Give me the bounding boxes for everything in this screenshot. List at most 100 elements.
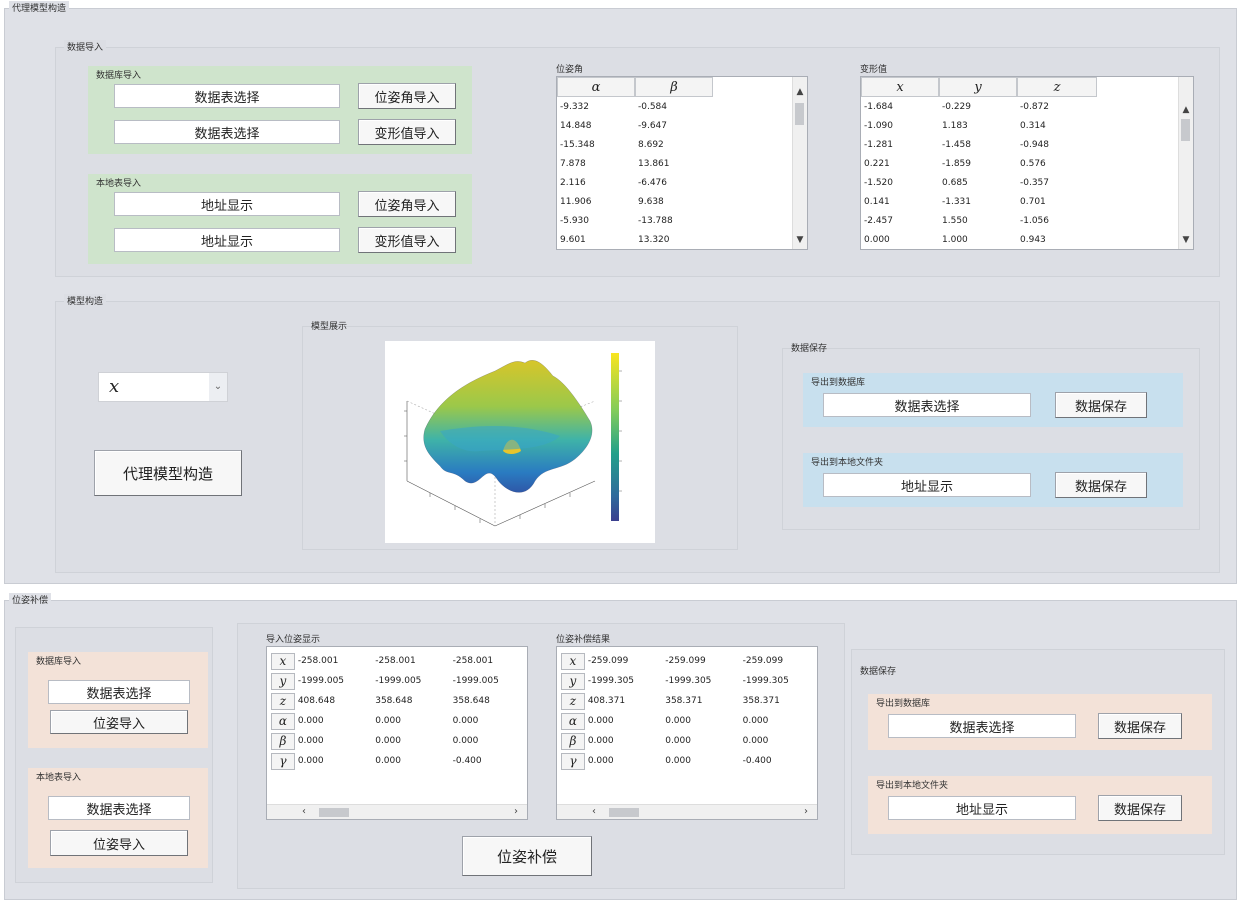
model-save-folder-button[interactable]: 数据保存 [1055,472,1147,498]
result-pose-table[interactable]: x -259.099 -259.099 -259.099 y -1999.305 -1999… [556,646,818,820]
deform-col-x[interactable]: x [861,77,939,97]
table-row[interactable]: x -259.099 -259.099 -259.099 [557,651,817,671]
comp-local-import-button[interactable]: 位姿导入 [50,830,188,856]
model-save-db-field[interactable]: 数据表选择 [823,393,1031,417]
chevron-left-icon[interactable]: ‹ [297,805,311,819]
table-row[interactable]: z 408.371 358.371 358.371 [557,691,817,711]
pose-col-beta[interactable]: β [635,77,713,97]
table-row[interactable]: y -1999.305 -1999.305 -1999.305 [557,671,817,691]
comp-save-db-field[interactable]: 数据表选择 [888,714,1076,738]
model-save-folder-field[interactable]: 地址显示 [823,473,1031,497]
scroll-thumb[interactable] [319,808,349,817]
deform-col-y[interactable]: y [939,77,1017,97]
table-row[interactable]: -2.457 1.550 -1.056 [861,211,1193,230]
table-row[interactable]: β 0.000 0.000 0.000 [267,731,527,751]
result-pose-hscroll[interactable]: ‹ › [557,804,817,819]
model-save-title: 数据保存 [791,344,828,354]
import-pose-hscroll[interactable]: ‹ › [267,804,527,819]
table-row[interactable]: 0.000 1.000 0.943 [861,230,1193,249]
pose-table[interactable]: α β -9.332 -0.584 14.848 -9.647 -15.348 8.692… [556,76,808,250]
table-row[interactable]: x -258.001 -258.001 -258.001 [267,651,527,671]
table-cell: -1999.005 [452,676,499,686]
model-save-db-button[interactable]: 数据保存 [1055,392,1147,418]
table-row[interactable]: 9.601 13.320 [557,230,807,249]
comp-db-import-box: 数据库导入 数据表选择 位姿导入 [28,652,208,748]
row-label: α [561,712,585,730]
table-row[interactable]: -5.930 -13.788 [557,211,807,230]
db-import-box: 数据库导入 数据表选择 位姿角导入 数据表选择 变形值导入 [88,66,472,154]
table-row[interactable]: 7.878 13.861 [557,154,807,173]
table-cell: 408.648 [297,696,336,706]
chevron-left-icon[interactable]: ‹ [587,805,601,819]
table-cell: 0.000 [665,716,691,726]
table-row[interactable]: -1.520 0.685 -0.357 [861,173,1193,192]
comp-save-folder-button[interactable]: 数据保存 [1098,795,1182,821]
table-row[interactable]: y -1999.005 -1999.005 -1999.005 [267,671,527,691]
table-cell: -1999.005 [297,676,345,686]
chevron-down-icon[interactable]: ⌄ [209,373,227,401]
import-pose-local-button[interactable]: 位姿角导入 [358,191,456,217]
deform-table[interactable]: x y z -1.684 -0.229 -0.872 -1.090 1.183 0.314… [860,76,1194,250]
chevron-up-icon[interactable]: ▲ [1179,103,1193,117]
comp-save-folder-field[interactable]: 地址显示 [888,796,1076,820]
comp-local-field[interactable]: 数据表选择 [48,796,190,820]
row-label: x [561,652,585,670]
chevron-down-icon[interactable]: ▼ [1179,233,1193,247]
table-row[interactable]: -15.348 8.692 [557,135,807,154]
db-table-select-pose[interactable]: 数据表选择 [114,84,340,108]
scroll-thumb[interactable] [609,808,639,817]
model-group: 模型构造 x ⌄ 代理模型构造 模型展示 数据保存 导出到数据库 数据表选择 数… [55,294,1220,573]
table-row[interactable]: 0.141 -1.331 0.701 [861,192,1193,211]
local-address-deform[interactable]: 地址显示 [114,228,340,252]
comp-db-import-button[interactable]: 位姿导入 [50,710,188,734]
table-row[interactable]: -1.684 -0.229 -0.872 [861,97,1193,116]
chevron-right-icon[interactable]: › [799,805,813,819]
import-pose-table[interactable]: x -258.001 -258.001 -258.001 y -1999.005 -1999… [266,646,528,820]
db-table-select-deform[interactable]: 数据表选择 [114,120,340,144]
chevron-down-icon[interactable]: ▼ [793,233,807,247]
local-address-pose[interactable]: 地址显示 [114,192,340,216]
table-cell: 0.701 [1020,196,1046,207]
pose-table-title: 位姿角 [556,65,584,75]
deform-col-z[interactable]: z [1017,77,1097,97]
import-pose-db-button[interactable]: 位姿角导入 [358,83,456,109]
compensate-button[interactable]: 位姿补偿 [462,836,592,876]
scroll-thumb[interactable] [795,103,804,125]
pose-col-alpha[interactable]: α [557,77,635,97]
chevron-right-icon[interactable]: › [509,805,523,819]
import-deform-db-button[interactable]: 变形值导入 [358,119,456,145]
import-pose-table-title: 导入位姿显示 [266,635,321,645]
table-cell: 0.000 [297,736,324,746]
table-row[interactable]: 2.116 -6.476 [557,173,807,192]
table-cell: 0.576 [1020,158,1046,169]
table-cell: -1.458 [942,139,972,150]
table-row[interactable]: β 0.000 0.000 0.000 [557,731,817,751]
table-row[interactable]: 11.906 9.638 [557,192,807,211]
table-row[interactable]: z 408.648 358.648 358.648 [267,691,527,711]
table-row[interactable]: α 0.000 0.000 0.000 [557,711,817,731]
scroll-thumb[interactable] [1181,119,1190,141]
table-cell: 0.000 [587,716,614,726]
pose-table-scrollbar[interactable]: ▲ ▼ [792,77,807,249]
row-label: z [271,692,295,710]
import-deform-local-button[interactable]: 变形值导入 [358,227,456,253]
comp-db-field[interactable]: 数据表选择 [48,680,190,704]
table-row[interactable]: -9.332 -0.584 [557,97,807,116]
table-row[interactable]: -1.090 1.183 0.314 [861,116,1193,135]
build-model-button[interactable]: 代理模型构造 [94,450,242,496]
table-row[interactable]: 14.848 -9.647 [557,116,807,135]
table-cell: -0.400 [742,756,772,766]
table-row[interactable]: γ 0.000 0.000 -0.400 [557,751,817,771]
table-cell: -1.684 [864,101,894,112]
comp-save-db-button[interactable]: 数据保存 [1098,713,1182,739]
table-row[interactable]: 0.221 -1.859 0.576 [861,154,1193,173]
variable-select[interactable]: x ⌄ [98,372,228,402]
deform-table-scrollbar[interactable]: ▲ ▼ [1178,77,1193,249]
chevron-up-icon[interactable]: ▲ [793,85,807,99]
table-row[interactable]: α 0.000 0.000 0.000 [267,711,527,731]
table-row[interactable]: -1.281 -1.458 -0.948 [861,135,1193,154]
table-row[interactable]: γ 0.000 0.000 -0.400 [267,751,527,771]
table-cell: 9.638 [638,196,664,207]
pose-table-body: -9.332 -0.584 14.848 -9.647 -15.348 8.692 7.87… [557,97,807,249]
table-cell: 0.943 [1020,234,1046,245]
